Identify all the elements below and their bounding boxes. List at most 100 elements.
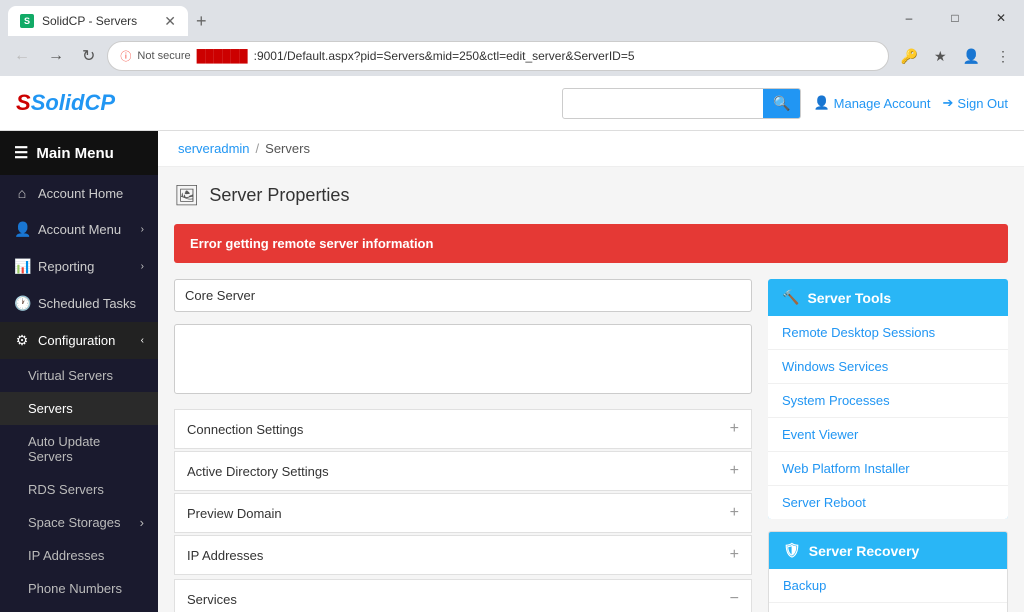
ip-addresses-header[interactable]: IP Addresses + [175, 536, 751, 574]
error-banner: Error getting remote server information [174, 224, 1008, 263]
sidebar-item-servers[interactable]: Servers [0, 392, 158, 425]
sidebar-sub-label: Phone Numbers [28, 581, 122, 596]
sign-out-icon: ➔ [943, 95, 954, 111]
web-platform-installer-link[interactable]: Web Platform Installer [768, 452, 1008, 486]
ip-addresses-section: IP Addresses + [174, 535, 752, 575]
sidebar-item-account-menu[interactable]: 👤 Account Menu › [0, 211, 158, 248]
preview-domain-section: Preview Domain + [174, 493, 752, 533]
connection-settings-header[interactable]: Connection Settings + [175, 410, 751, 448]
services-section: Services − System + Add Web Sites [174, 579, 752, 612]
browser-tab[interactable]: S SolidCP - Servers ✕ [8, 6, 188, 36]
breadcrumb-separator: / [256, 141, 260, 156]
server-recovery-body: Backup Restore [769, 569, 1007, 612]
key-icon[interactable]: 🔑 [895, 44, 924, 69]
page-title: Server Properties [209, 185, 349, 206]
address-bar: ⓘ Not secure ██████ :9001/Default.aspx?p… [107, 41, 888, 71]
menu-icon: ☰ [14, 143, 28, 163]
manage-account-label: Manage Account [834, 96, 931, 111]
clock-icon: 🕐 [14, 295, 30, 312]
active-directory-label: Active Directory Settings [187, 464, 329, 479]
sidebar-item-rds-servers[interactable]: RDS Servers [0, 473, 158, 506]
error-message: Error getting remote server information [190, 236, 433, 251]
logo-s: S [16, 90, 31, 116]
breadcrumb-link-serveradmin[interactable]: serveradmin [178, 141, 250, 156]
url-text: :9001/Default.aspx?pid=Servers&mid=250&c… [254, 49, 876, 63]
search-input[interactable] [563, 91, 763, 116]
sidebar-item-label: Account Menu [38, 222, 121, 237]
security-icon: ⓘ [120, 48, 131, 64]
sidebar-item-scheduled-tasks[interactable]: 🕐 Scheduled Tasks [0, 285, 158, 322]
recovery-icon: 🛡 [783, 542, 801, 559]
tools-icon: 🔨 [782, 289, 799, 306]
minimize-button[interactable]: – [886, 3, 932, 33]
system-processes-link[interactable]: System Processes [768, 384, 1008, 418]
active-directory-section: Active Directory Settings + [174, 451, 752, 491]
header-right: 🔍 👤 Manage Account ➔ Sign Out [562, 88, 1008, 119]
chevron-down-icon: › [141, 261, 144, 272]
app-header: S SolidCP 🔍 👤 Manage Account ➔ Sign Out [0, 76, 1024, 131]
sidebar-item-auto-update-servers[interactable]: Auto Update Servers [0, 425, 158, 473]
refresh-button[interactable]: ↻ [76, 42, 101, 70]
windows-services-link[interactable]: Windows Services [768, 350, 1008, 384]
sidebar-item-virtual-servers[interactable]: Virtual Servers [0, 359, 158, 392]
forward-button[interactable]: → [42, 43, 70, 69]
search-button[interactable]: 🔍 [763, 89, 800, 118]
server-name-input[interactable] [174, 279, 752, 312]
home-icon: ⌂ [14, 185, 30, 201]
server-recovery-title: Server Recovery [809, 543, 920, 559]
backup-link[interactable]: Backup [769, 569, 1007, 603]
expand-icon: + [730, 420, 739, 438]
collapse-icon: − [730, 590, 739, 608]
sidebar-item-reporting[interactable]: 📊 Reporting › [0, 248, 158, 285]
new-tab-button[interactable]: + [188, 11, 215, 32]
sidebar-sub-label: RDS Servers [28, 482, 104, 497]
sidebar-sub-label: IP Addresses [28, 548, 104, 563]
menu-icon[interactable]: ⋮ [990, 44, 1016, 69]
maximize-button[interactable]: □ [932, 3, 978, 33]
services-header[interactable]: Services − [174, 579, 752, 612]
sidebar-sub-label: Servers [28, 401, 73, 416]
sidebar-item-account-home[interactable]: ⌂ Account Home [0, 175, 158, 211]
sidebar-item-label: Scheduled Tasks [38, 296, 136, 311]
breadcrumb: serveradmin / Servers [158, 131, 1024, 167]
sidebar-item-ip-addresses[interactable]: IP Addresses [0, 539, 158, 572]
restore-link[interactable]: Restore [769, 603, 1007, 612]
active-directory-header[interactable]: Active Directory Settings + [175, 452, 751, 490]
sidebar-item-label: Account Home [38, 186, 123, 201]
back-button[interactable]: ← [8, 43, 36, 69]
server-description-textarea[interactable] [174, 324, 752, 394]
profile-icon[interactable]: 👤 [957, 44, 986, 69]
close-button[interactable]: ✕ [978, 3, 1024, 33]
side-panel: 🔨 Server Tools Remote Desktop Sessions W… [768, 279, 1008, 612]
server-tools-card: 🔨 Server Tools Remote Desktop Sessions W… [768, 279, 1008, 519]
redacted-text: ██████ [197, 49, 248, 63]
sign-out-link[interactable]: ➔ Sign Out [943, 95, 1009, 111]
star-icon[interactable]: ★ [928, 44, 953, 69]
connection-settings-label: Connection Settings [187, 422, 303, 437]
tab-favicon: S [20, 14, 34, 28]
search-box: 🔍 [562, 88, 801, 119]
preview-domain-header[interactable]: Preview Domain + [175, 494, 751, 532]
sidebar-item-space-storages[interactable]: Space Storages › [0, 506, 158, 539]
remote-desktop-sessions-link[interactable]: Remote Desktop Sessions [768, 316, 1008, 350]
services-label: Services [187, 592, 237, 607]
server-reboot-link[interactable]: Server Reboot [768, 486, 1008, 519]
sidebar-item-phone-numbers[interactable]: Phone Numbers [0, 572, 158, 605]
expand-icon: + [730, 462, 739, 480]
main-content: serveradmin / Servers 🖼 Server Propertie… [158, 131, 1024, 612]
manage-account-link[interactable]: 👤 Manage Account [813, 95, 930, 111]
sidebar-item-system-settings[interactable]: System Settings [0, 605, 158, 612]
main-menu-label: Main Menu [36, 145, 114, 162]
chart-icon: 📊 [14, 258, 30, 275]
sidebar-item-configuration[interactable]: ⚙ Configuration ‹ [0, 322, 158, 359]
preview-domain-label: Preview Domain [187, 506, 282, 521]
event-viewer-link[interactable]: Event Viewer [768, 418, 1008, 452]
server-tools-header: 🔨 Server Tools [768, 279, 1008, 316]
server-recovery-card: 🛡 Server Recovery Backup Restore [768, 531, 1008, 612]
server-tools-title: Server Tools [807, 290, 891, 306]
logo-text: SolidCP [31, 90, 115, 116]
chevron-down-icon: › [140, 515, 144, 530]
tab-close-button[interactable]: ✕ [164, 13, 176, 30]
sidebar-item-label: Reporting [38, 259, 94, 274]
main-panel: Connection Settings + Active Directory S… [174, 279, 752, 612]
